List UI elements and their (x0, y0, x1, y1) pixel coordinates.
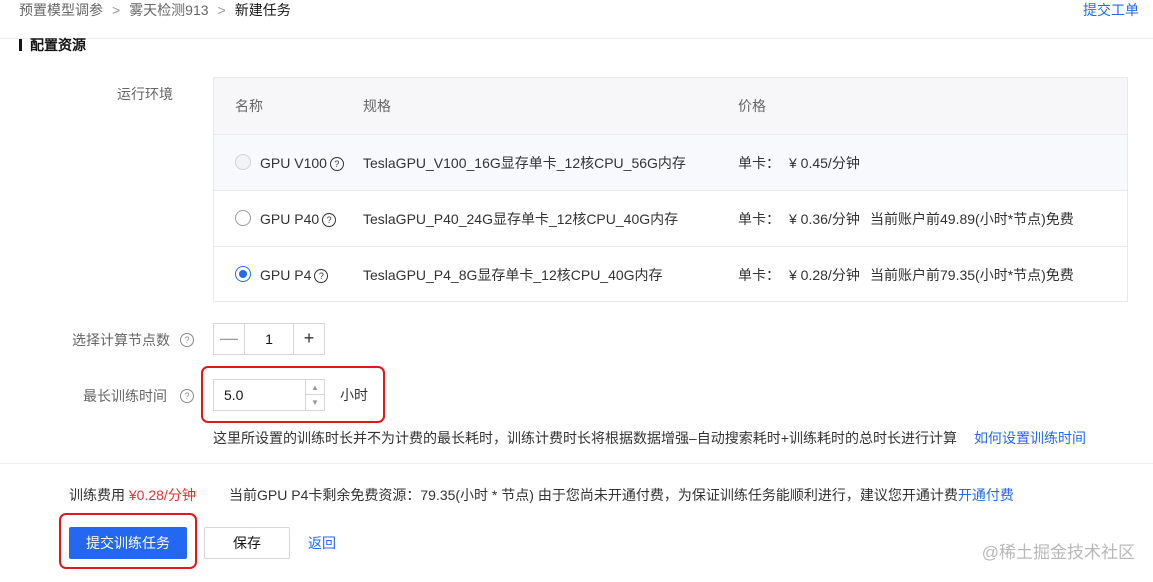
submit-training-button[interactable]: 提交训练任务 (69, 527, 187, 559)
node-count-value[interactable]: 1 (244, 324, 294, 354)
gpu-price: ¥ 0.36/分钟 (789, 211, 860, 227)
price-label: 单卡： (738, 267, 780, 283)
back-link[interactable]: 返回 (308, 533, 336, 553)
gpu-spec: TeslaGPU_P4_8G显存单卡_12核CPU_40G内存 (363, 267, 663, 283)
gpu-name: GPU P4? (260, 265, 329, 285)
question-circle-icon[interactable]: ? (329, 157, 344, 171)
question-circle-icon[interactable]: ? (314, 269, 329, 283)
training-fee-value: ¥0.28/分钟 (128, 487, 196, 503)
gpu-table-header: 名称 规格 价格 (214, 78, 1127, 135)
breadcrumb: 预置模型调参 > 雾天检测913 > 新建任务 (19, 0, 291, 20)
breadcrumb-separator: > (217, 2, 226, 18)
how-to-set-time-link[interactable]: 如何设置训练时间 (974, 428, 1086, 448)
section-marker (19, 39, 22, 51)
node-count-label: 选择计算节点数 (72, 332, 170, 348)
spin-down-icon[interactable]: ▼ (306, 395, 324, 410)
spin-up-icon[interactable]: ▲ (306, 380, 324, 395)
gpu-spec: TeslaGPU_V100_16G显存单卡_12核CPU_56G内存 (363, 155, 686, 171)
section-title: 配置资源 (30, 37, 86, 53)
breadcrumb-item-preset-tuning[interactable]: 预置模型调参 (19, 0, 103, 20)
gpu-name-text: GPU V100 (260, 155, 327, 171)
question-circle-icon[interactable]: ? (180, 389, 194, 403)
gpu-free-note: 当前账户前49.89(小时*节点)免费 (870, 211, 1074, 227)
price-label: 单卡： (738, 211, 780, 227)
question-circle-icon[interactable]: ? (322, 213, 337, 227)
gpu-price: ¥ 0.28/分钟 (789, 267, 860, 283)
max-train-time-label: 最长训练时间 (83, 388, 167, 404)
node-count-stepper: — 1 + (213, 323, 325, 355)
free-resource-notice: 当前GPU P4卡剩余免费资源：79.35(小时 * 节点) 由于您尚未开通付费… (229, 485, 1014, 505)
gpu-free-note: 当前账户前79.35(小时*节点)免费 (870, 267, 1074, 283)
gpu-name: GPU P40? (260, 209, 337, 229)
decrement-button[interactable]: — (214, 324, 244, 354)
price-label: 单卡： (738, 155, 780, 171)
gpu-row-p40[interactable]: GPU P40? TeslaGPU_P40_24G显存单卡_12核CPU_40G… (214, 191, 1127, 247)
radio-gpu-v100 (235, 154, 251, 170)
column-header-name: 名称 (235, 98, 263, 114)
gpu-row-p4[interactable]: GPU P4? TeslaGPU_P4_8G显存单卡_12核CPU_40G内存 … (214, 247, 1127, 303)
question-circle-icon[interactable]: ? (180, 333, 194, 347)
breadcrumb-item-new-task: 新建任务 (234, 2, 291, 18)
gpu-price: ¥ 0.45/分钟 (789, 155, 860, 171)
gpu-row-v100: GPU V100? TeslaGPU_V100_16G显存单卡_12核CPU_5… (214, 135, 1127, 191)
gpu-name: GPU V100? (260, 153, 344, 173)
enable-billing-link[interactable]: 开通付费 (958, 487, 1014, 503)
number-spinner: ▲ ▼ (305, 380, 324, 410)
gpu-name-text: GPU P4 (260, 267, 312, 283)
column-header-spec: 规格 (363, 98, 391, 114)
gpu-table: 名称 规格 价格 GPU V100? TeslaGPU_V100_16G显存单卡… (213, 77, 1128, 302)
save-button[interactable]: 保存 (204, 527, 290, 559)
max-train-time-input[interactable]: 5.0 ▲ ▼ (213, 379, 325, 411)
radio-gpu-p4[interactable] (235, 266, 251, 282)
watermark: @稀土掘金技术社区 (981, 543, 1135, 562)
gpu-name-text: GPU P40 (260, 211, 320, 227)
submit-ticket-link[interactable]: 提交工单 (1083, 0, 1139, 20)
runtime-label: 运行环境 (117, 86, 173, 102)
free-resource-text: 当前GPU P4卡剩余免费资源：79.35(小时 * 节点) 由于您尚未开通付费… (229, 487, 958, 503)
radio-gpu-p40[interactable] (235, 210, 251, 226)
training-fee: 训练费用 ¥0.28/分钟 (69, 485, 196, 505)
gpu-spec: TeslaGPU_P40_24G显存单卡_12核CPU_40G内存 (363, 211, 679, 227)
increment-button[interactable]: + (294, 324, 324, 354)
column-header-price: 价格 (738, 98, 766, 114)
training-time-hint: 这里所设置的训练时长并不为计费的最长耗时，训练计费时长将根据数据增强–自动搜索耗… (213, 430, 957, 446)
training-fee-label: 训练费用 (69, 487, 125, 503)
breadcrumb-item-fog-detection[interactable]: 雾天检测913 (129, 0, 208, 20)
max-train-time-value[interactable]: 5.0 (224, 386, 243, 404)
time-unit: 小时 (340, 387, 368, 403)
breadcrumb-separator: > (112, 2, 121, 18)
header-divider (0, 38, 1153, 39)
footer-divider (0, 463, 1153, 464)
